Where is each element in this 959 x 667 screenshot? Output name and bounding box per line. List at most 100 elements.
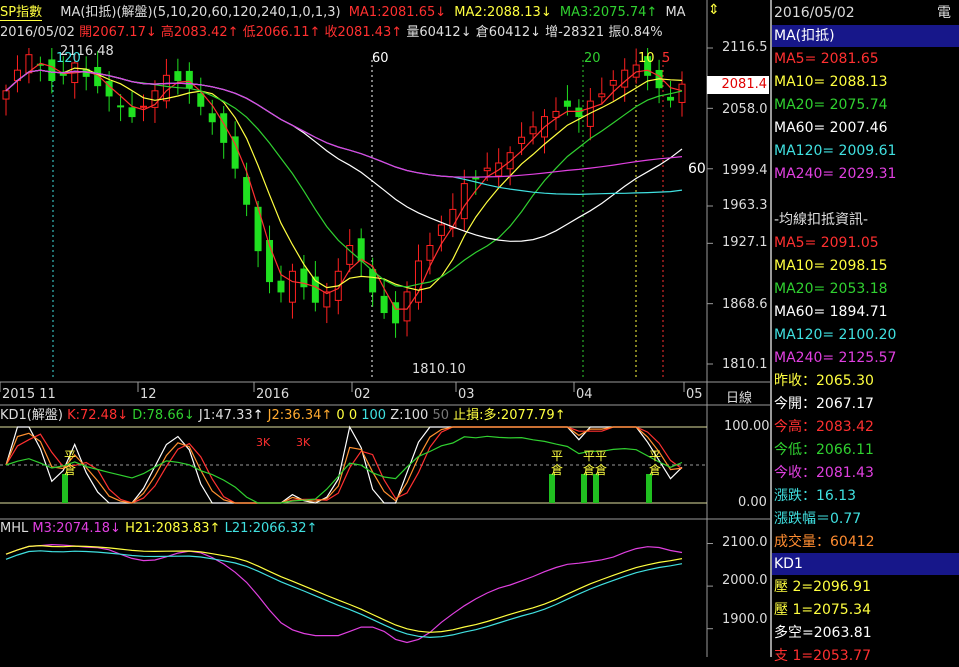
open-label: 開2067.17 <box>79 25 146 40</box>
trade-volume: 成交量：60412 <box>774 534 875 550</box>
candle-body <box>437 224 445 236</box>
deduct-ma60: MA60= 1894.71 <box>774 304 888 320</box>
candle-body <box>117 105 125 108</box>
candle-body <box>128 107 136 118</box>
candle-body <box>277 280 285 293</box>
candle-body <box>483 167 491 172</box>
price-chart[interactable] <box>0 0 771 657</box>
main-header: SP指數 MA(扣抵)(解盤)(5,10,20,60,120,240,1,0,1… <box>0 5 686 21</box>
candle-body <box>598 93 606 98</box>
candle-body <box>460 183 468 220</box>
x-tick: 12 <box>140 387 157 402</box>
deduct-title: -均線扣抵資訊- <box>774 212 869 228</box>
current-price-tag: 2081.4 <box>707 76 769 94</box>
candle-body <box>2 90 10 100</box>
candle-body <box>609 79 617 86</box>
ma20-value: MA20= 2075.74 <box>774 97 888 113</box>
low-annotation: 1810.10 <box>412 362 466 377</box>
kd-signal-marker: 平倉 <box>595 449 608 477</box>
candle-body <box>380 295 388 314</box>
kd-3k-marker: 3K <box>256 436 271 449</box>
ma3-arrow-icon: ↑ <box>646 5 658 20</box>
candle-body <box>472 177 480 180</box>
ma5-line <box>5 62 683 310</box>
deduct-10-label: 10 <box>638 51 655 66</box>
price-change: 漲跌：16.13 <box>774 488 857 504</box>
volume-label: 量60412 <box>406 25 461 40</box>
ma2-arrow-icon: ↓ <box>540 5 552 20</box>
scroll-arrow-icon[interactable]: ⇕ <box>708 2 720 18</box>
price-tick: 1999.4 <box>722 163 768 178</box>
mhl-header: MHL M3:2074.18↓ H21:2083.83↑ L21:2066.32… <box>0 521 318 536</box>
mhl-l21: L21:2066.32 <box>224 521 307 536</box>
kd-stop-loss: 止損:多:2077.79 <box>453 408 555 423</box>
ma120-value: MA120= 2009.61 <box>774 143 897 159</box>
today-low: 今低：2066.11 <box>774 442 874 458</box>
mhl-h21-line <box>5 544 683 633</box>
change-label: 增-28321 <box>545 25 605 40</box>
kd-signal-marker: 平倉 <box>583 449 596 477</box>
kd-tick: 0.00 <box>738 495 767 510</box>
mhl-m3: M3:2074.18 <box>32 521 111 536</box>
deduct-ma5: MA5= 2091.05 <box>774 235 879 251</box>
kd-signal-marker: 平倉 <box>64 449 77 477</box>
candle-body <box>243 177 251 205</box>
kd-z-d: 50 <box>432 408 450 423</box>
deduct-20-label: 20 <box>584 51 601 66</box>
kd-title[interactable]: KD1 <box>774 553 959 575</box>
mhl-tick: 1900.0 <box>722 612 768 627</box>
resistance-2: 壓 2=2096.91 <box>774 579 871 595</box>
ma1-value: MA1:2081.65 <box>348 5 436 20</box>
prev-close: 昨收：2065.30 <box>774 373 874 389</box>
kd-signal-marker: 平倉 <box>649 449 662 477</box>
deduct-ma120: MA120= 2100.20 <box>774 327 897 343</box>
x-unit: 日線 <box>726 391 753 406</box>
kd-header: KD1(解盤) K:72.48↓ D:78.66↓ J1:47.33↑ J2:3… <box>0 408 566 423</box>
ma1-arrow-icon: ↓ <box>435 5 447 20</box>
kd-d: D:78.66 <box>132 408 184 423</box>
ma-name: MA(扣抵)(解盤)(5,10,20,60,120,240,1,0,1,3) <box>60 5 341 20</box>
x-tick: 03 <box>458 387 475 402</box>
candle-body <box>426 245 434 261</box>
high-label: 高2083.42 <box>160 25 228 40</box>
deduct-ma20: MA20= 2053.18 <box>774 281 888 297</box>
price-change-pct: 漲跌幅＝0.77 <box>774 511 862 527</box>
mhl-name: MHL <box>0 521 29 536</box>
kd-name: KD1(解盤) <box>0 408 63 423</box>
mhl-tick: 2100.0 <box>722 535 768 550</box>
candle-body <box>208 113 216 123</box>
today-close: 今收：2081.43 <box>774 465 874 481</box>
resistance-1: 壓 1=2075.34 <box>774 602 871 618</box>
deduct-60-label: 60 <box>372 51 389 66</box>
ma240-value: MA240= 2029.31 <box>774 166 897 182</box>
today-high: 今高：2083.42 <box>774 419 874 435</box>
kd-z-b: 0 <box>348 408 358 423</box>
kd-z-c: 100 <box>361 408 387 423</box>
kd-j1: J1:47.33 <box>198 408 253 423</box>
today-open: 今開：2067.17 <box>774 396 874 412</box>
x-tick: 05 <box>686 387 703 402</box>
kd-signal-bar <box>62 474 68 503</box>
mhl-tick: 2000.0 <box>722 573 768 588</box>
ma5-value: MA5= 2081.65 <box>774 51 879 67</box>
kd-tick: 100.00 <box>724 419 770 434</box>
price-tick: 1963.3 <box>722 198 768 213</box>
ma-title[interactable]: MA(扣抵) <box>774 25 959 47</box>
panel-date: 2016/05/02 <box>774 5 855 21</box>
candle-body <box>197 93 205 107</box>
kd-signal-marker: 平倉 <box>551 449 564 477</box>
candle-body <box>231 136 239 169</box>
position-label: 倉60412 <box>475 25 531 40</box>
price-tick: 1868.6 <box>722 297 768 312</box>
deduct-ma10: MA10= 2098.15 <box>774 258 888 274</box>
price-tick: 1927.1 <box>722 235 768 250</box>
ma20-line <box>5 69 683 288</box>
index-name: SP指數 <box>0 5 43 21</box>
ma2-value: MA2:2088.13 <box>454 5 541 20</box>
kd-signal-bar <box>646 474 652 503</box>
candle-body <box>288 270 296 303</box>
deduct-5-label: 5 <box>662 51 671 66</box>
x-tick: 02 <box>354 387 371 402</box>
amplitude-label: 振0.84% <box>608 25 663 40</box>
ma60-annotation: 60 <box>688 161 706 177</box>
